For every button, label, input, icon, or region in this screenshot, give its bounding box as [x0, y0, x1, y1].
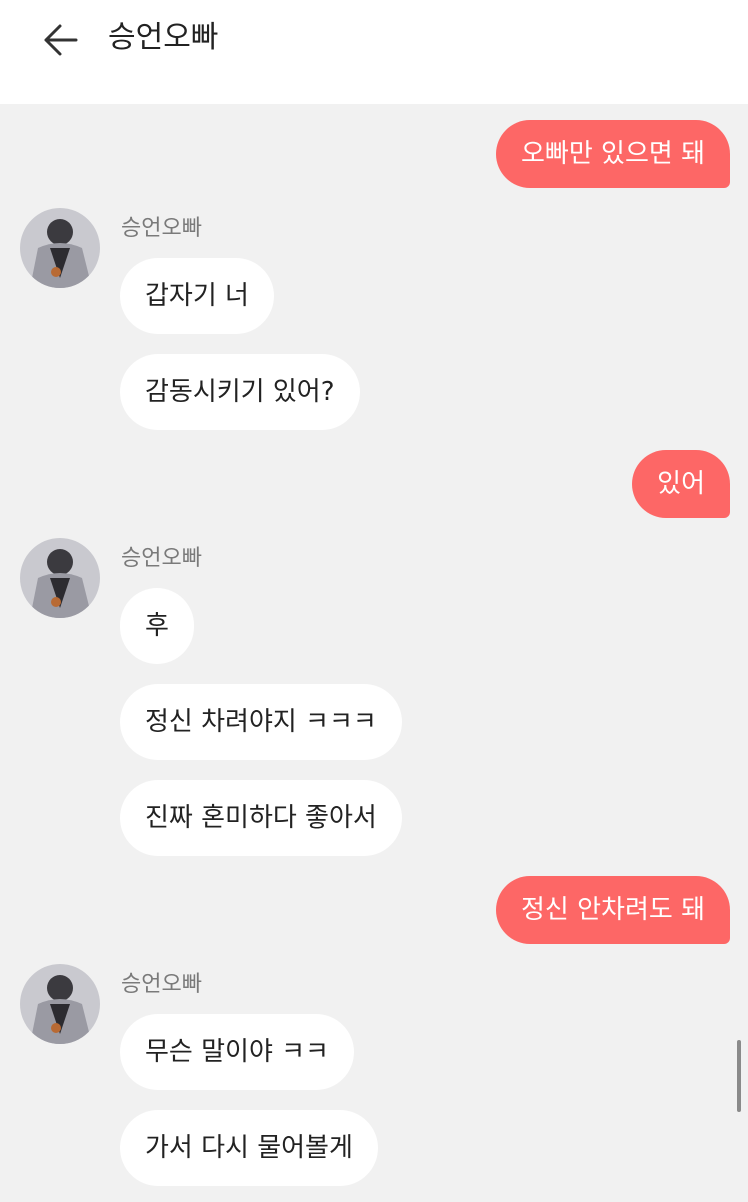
outgoing-message[interactable]: 정신 안차려도 돼 [496, 876, 730, 944]
chat-header: 승언오빠 [0, 0, 748, 104]
outgoing-message[interactable]: 있어 [632, 450, 730, 518]
sender-name: 승언오빠 [121, 216, 202, 241]
avatar-image [20, 964, 100, 1044]
incoming-message[interactable]: 정신 차려야지 ㅋㅋㅋ [120, 684, 402, 760]
avatar[interactable] [20, 538, 100, 618]
arrow-left-icon [44, 24, 78, 56]
incoming-message[interactable]: 가서 다시 물어볼게 [120, 1110, 378, 1186]
incoming-message[interactable]: 무슨 말이야 ㅋㅋ [120, 1014, 354, 1090]
scrollbar[interactable] [737, 1040, 741, 1112]
incoming-message[interactable]: 후 [120, 588, 194, 664]
incoming-message[interactable]: 갑자기 너 [120, 258, 274, 334]
avatar[interactable] [20, 208, 100, 288]
sender-name: 승언오빠 [121, 546, 202, 571]
avatar[interactable] [20, 964, 100, 1044]
sender-name: 승언오빠 [121, 972, 202, 997]
incoming-message[interactable]: 진짜 혼미하다 좋아서 [120, 780, 402, 856]
incoming-message[interactable]: 감동시키기 있어? [120, 354, 360, 430]
chat-title: 승언오빠 [108, 20, 219, 55]
back-button[interactable] [38, 20, 82, 60]
message-list[interactable]: 오빠만 있으면 돼 승언오빠 갑자기 너 감동시키기 있어? 있어 승언오빠 후… [0, 104, 748, 1202]
avatar-image [20, 538, 100, 618]
outgoing-message[interactable]: 오빠만 있으면 돼 [496, 120, 730, 188]
avatar-image [20, 208, 100, 288]
